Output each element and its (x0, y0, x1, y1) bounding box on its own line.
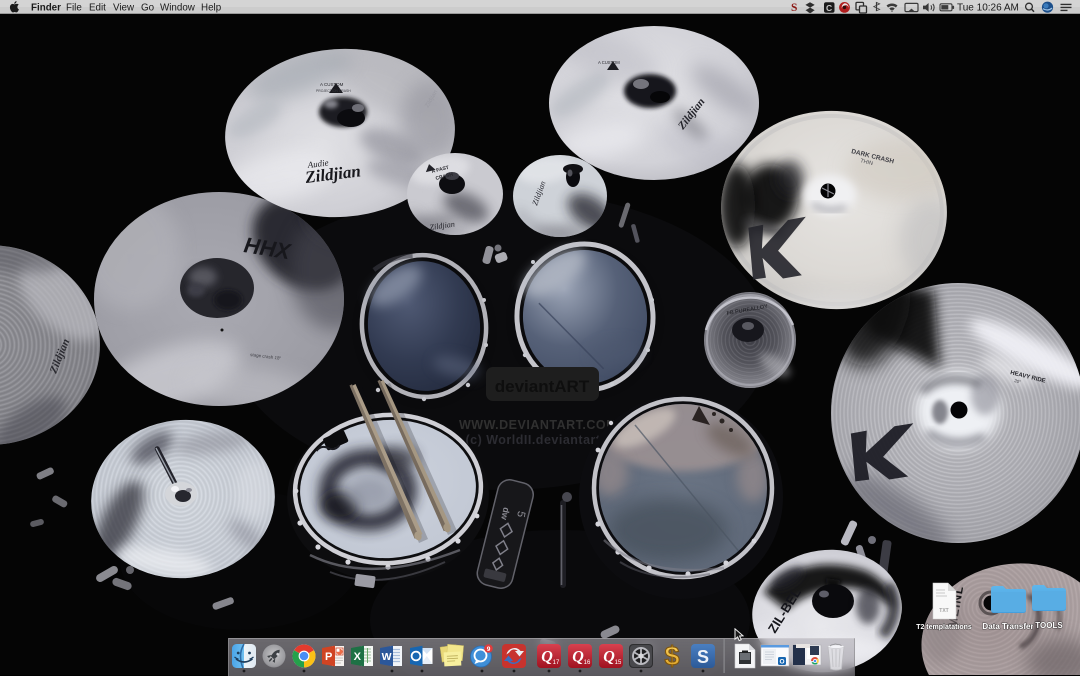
svg-text:Q: Q (572, 649, 584, 666)
svg-text:X: X (354, 651, 362, 663)
svg-text:17: 17 (553, 660, 560, 666)
svg-text:W: W (382, 651, 392, 663)
svg-text:TXT: TXT (939, 608, 948, 614)
svg-text:TOOLS: TOOLS (1035, 621, 1063, 630)
svg-text:Q: Q (603, 649, 615, 666)
svg-text:$: $ (664, 641, 679, 671)
svg-text:9: 9 (487, 646, 491, 653)
svg-text:S: S (697, 647, 709, 667)
svg-text:16: 16 (584, 660, 591, 666)
svg-text:15: 15 (615, 660, 622, 666)
svg-text:P: P (325, 651, 332, 663)
svg-text:Q: Q (541, 649, 553, 666)
svg-text:O: O (779, 659, 784, 666)
